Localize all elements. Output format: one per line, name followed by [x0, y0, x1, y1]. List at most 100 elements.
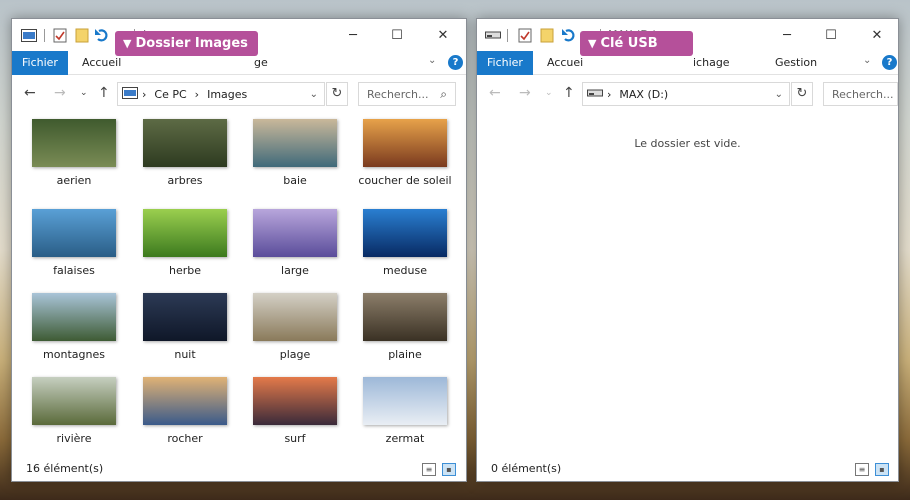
address-bar[interactable]: › Ce PC › Images ⌄ [117, 82, 325, 106]
image-file-label: aerien [56, 174, 92, 187]
image-thumbnail [253, 377, 337, 425]
maximize-icon[interactable]: ☐ [383, 25, 411, 45]
chevron-right-icon: › [607, 87, 612, 101]
image-file-item[interactable]: falaises [24, 209, 124, 278]
image-file-item[interactable]: arbres [135, 119, 235, 188]
address-dropdown-icon[interactable]: ⌄ [304, 89, 324, 100]
back-icon[interactable]: ← [489, 85, 501, 101]
image-thumbnail [32, 377, 116, 425]
image-file-item[interactable]: zermat [355, 377, 455, 446]
address-bar[interactable]: › MAX (D:) ⌄ [582, 82, 790, 106]
forward-icon[interactable]: → [54, 85, 66, 101]
image-file-item[interactable]: coucher de soleil [355, 119, 455, 188]
address-dropdown-icon[interactable]: ⌄ [769, 89, 789, 100]
image-file-label: plage [279, 348, 311, 361]
image-file-label: rivière [56, 432, 92, 445]
large-icons-view-icon[interactable]: ▪ [442, 463, 456, 476]
item-count: 16 élément(s) [26, 462, 104, 475]
maximize-icon[interactable]: ☐ [817, 25, 845, 45]
status-bar: 16 élément(s) [12, 457, 466, 481]
recent-locations-icon[interactable]: ⌄ [80, 88, 88, 98]
recent-locations-icon[interactable]: ⌄ [545, 88, 553, 98]
empty-folder-message: Le dossier est vide. [634, 137, 741, 150]
image-file-label: baie [283, 174, 307, 187]
title-separator [44, 29, 45, 42]
drive-icon [485, 27, 501, 43]
back-icon[interactable]: ← [24, 85, 36, 101]
chevron-right-icon: › [142, 87, 147, 101]
image-thumbnail [253, 293, 337, 341]
breadcrumb-this-pc[interactable]: Ce PC [150, 88, 190, 101]
callout-images-folder: ▼ Dossier Images [115, 31, 258, 56]
item-count: 0 élément(s) [491, 462, 562, 475]
minimize-icon[interactable]: ─ [339, 25, 367, 45]
close-icon[interactable]: ✕ [429, 25, 457, 45]
view-toggles: ≡ ▪ [855, 463, 889, 476]
image-file-item[interactable]: large [245, 209, 345, 278]
triangle-down-icon: ▼ [123, 37, 132, 50]
image-file-item[interactable]: surf [245, 377, 345, 446]
breadcrumb-images[interactable]: Images [203, 88, 251, 101]
up-icon[interactable]: ↑ [98, 85, 110, 101]
tab-file[interactable]: Fichier [477, 51, 533, 75]
folder-window-icon [21, 27, 37, 43]
image-file-item[interactable]: rocher [135, 377, 235, 446]
callout-usb-key: ▼ Clé USB [580, 31, 693, 56]
explorer-window-images: ▾ Images ─ ☐ ✕ Fichier Accueil ge ⌄ ? ← … [11, 18, 467, 482]
new-folder-icon[interactable] [539, 27, 555, 43]
new-folder-icon[interactable] [74, 27, 90, 43]
undo-icon[interactable] [561, 27, 577, 43]
search-placeholder: Recherch... [367, 87, 429, 101]
search-placeholder: Recherch... [832, 87, 894, 101]
details-view-icon[interactable]: ≡ [855, 463, 869, 476]
help-icon[interactable]: ? [882, 55, 897, 70]
triangle-down-icon: ▼ [588, 37, 597, 50]
image-file-item[interactable]: plaine [355, 293, 455, 362]
large-icons-view-icon[interactable]: ▪ [875, 463, 889, 476]
image-thumbnail [363, 293, 447, 341]
image-file-item[interactable]: baie [245, 119, 345, 188]
refresh-icon[interactable]: ↻ [791, 82, 813, 106]
image-file-item[interactable]: aerien [24, 119, 124, 188]
image-file-item[interactable]: rivière [24, 377, 124, 446]
image-thumbnail [32, 293, 116, 341]
details-view-icon[interactable]: ≡ [422, 463, 436, 476]
minimize-icon[interactable]: ─ [773, 25, 801, 45]
drive-small-icon [583, 88, 603, 101]
image-file-item[interactable]: plage [245, 293, 345, 362]
image-thumbnail [253, 119, 337, 167]
title-separator [507, 29, 508, 42]
ribbon-expand-icon[interactable]: ⌄ [863, 55, 871, 66]
up-icon[interactable]: ↑ [563, 85, 575, 101]
navigation-bar: ← → ⌄ ↑ › Ce PC › Images ⌄ ↻ Recherch...… [12, 75, 466, 113]
undo-icon[interactable] [94, 27, 110, 43]
refresh-icon[interactable]: ↻ [326, 82, 348, 106]
image-file-label: zermat [385, 432, 425, 445]
search-input[interactable]: Recherch... ⌕ [358, 82, 456, 106]
tab-file[interactable]: Fichier [12, 51, 68, 75]
ribbon-expand-icon[interactable]: ⌄ [428, 55, 436, 66]
tab-manage[interactable]: Gestion [765, 51, 827, 75]
breadcrumb-drive[interactable]: MAX (D:) [615, 88, 672, 101]
properties-icon[interactable] [517, 27, 533, 43]
image-file-label: herbe [168, 264, 201, 277]
forward-icon[interactable]: → [519, 85, 531, 101]
search-input[interactable]: Recherch... [823, 82, 898, 106]
close-icon[interactable]: ✕ [863, 25, 891, 45]
status-bar: 0 élément(s) [477, 457, 898, 481]
image-file-item[interactable]: meduse [355, 209, 455, 278]
folder-small-icon [118, 86, 138, 102]
image-file-label: surf [284, 432, 306, 445]
help-icon[interactable]: ? [448, 55, 463, 70]
file-grid: aerien arbres baie coucher de soleil falaise… [12, 113, 466, 457]
image-file-label: coucher de soleil [358, 174, 452, 187]
image-file-item[interactable]: nuit [135, 293, 235, 362]
image-file-item[interactable]: montagnes [24, 293, 124, 362]
callout-label: Dossier Images [135, 36, 248, 51]
image-thumbnail [363, 209, 447, 257]
properties-icon[interactable] [52, 27, 68, 43]
image-file-label: large [281, 264, 309, 277]
image-file-label: montagnes [43, 348, 105, 361]
image-thumbnail [32, 119, 116, 167]
image-file-item[interactable]: herbe [135, 209, 235, 278]
